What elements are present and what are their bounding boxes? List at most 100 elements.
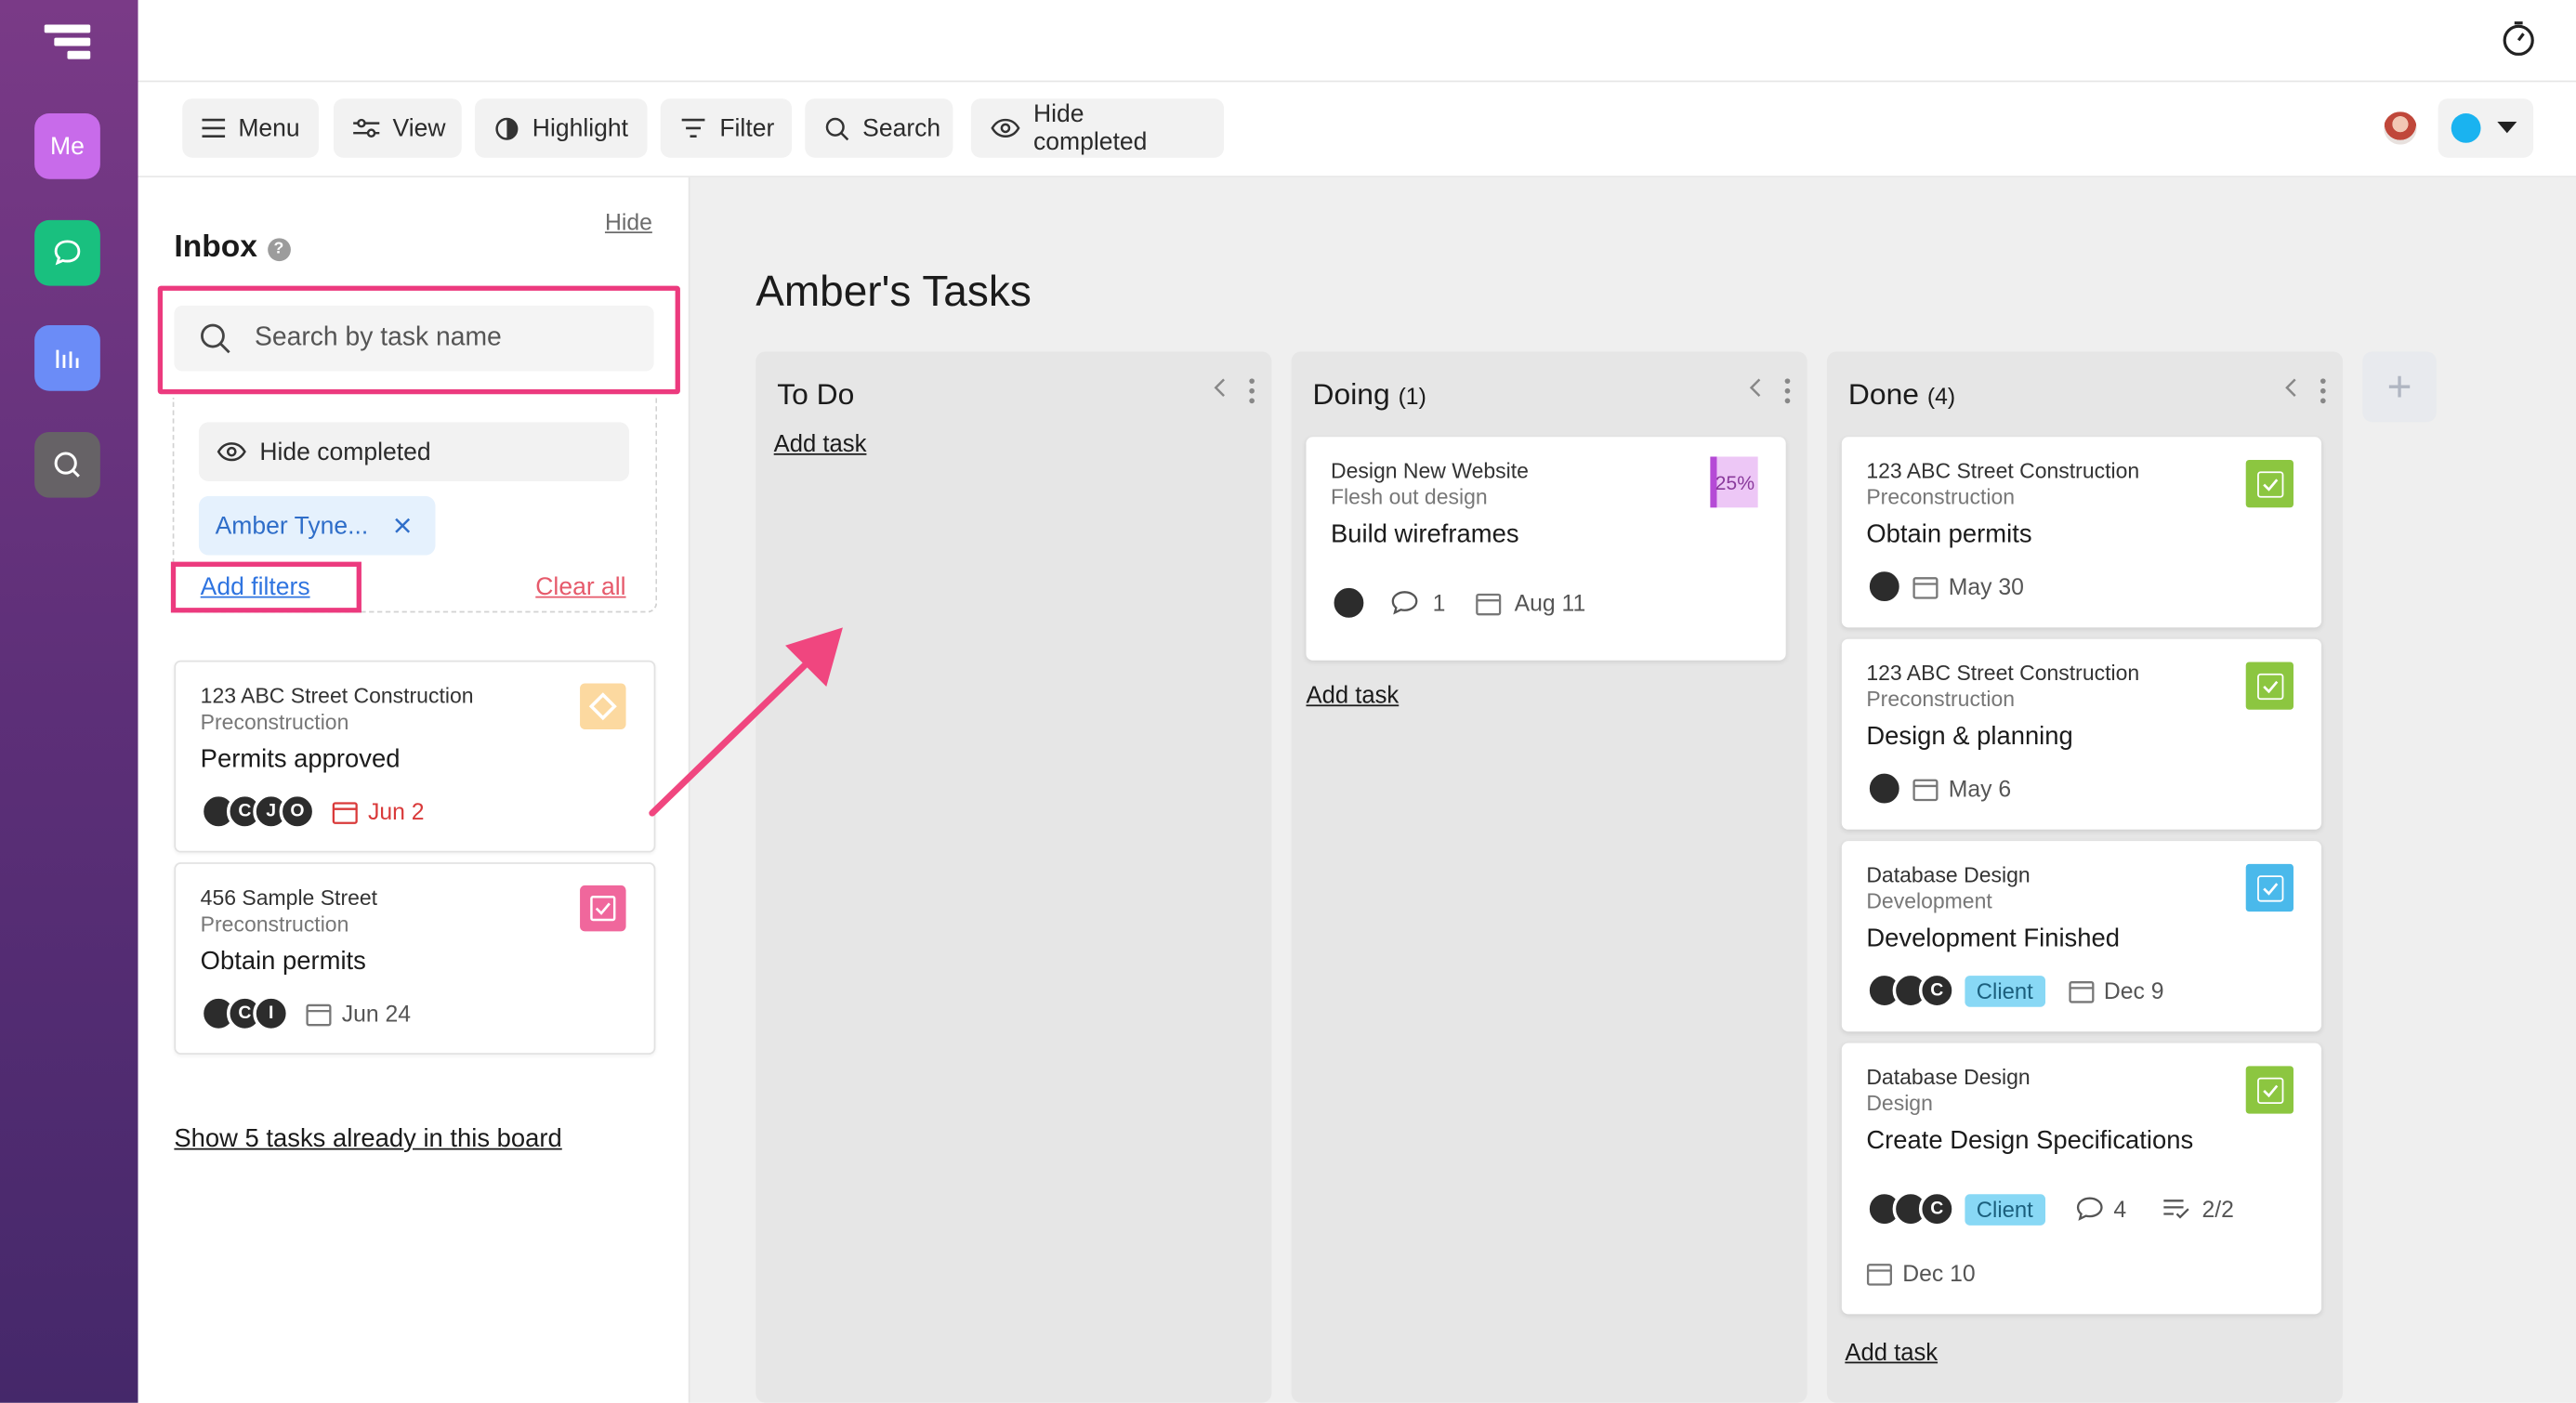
due-date: May 6 bbox=[1948, 775, 2012, 802]
highlight-button[interactable]: Highlight bbox=[474, 98, 648, 158]
assignee-filter-chip[interactable]: Amber Tyne... bbox=[198, 495, 436, 556]
color-swatch bbox=[2451, 112, 2481, 143]
inbox-task-card[interactable]: 456 Sample Street Preconstruction Obtain… bbox=[174, 862, 656, 1055]
task-card[interactable]: Database Design Development Development … bbox=[1841, 841, 2322, 1032]
task-name: Obtain permits bbox=[1866, 520, 2032, 549]
hide-completed-chip-label: Hide completed bbox=[259, 438, 431, 466]
column-title: Done (4) bbox=[1848, 378, 1955, 413]
add-task-link[interactable]: Add task bbox=[1306, 683, 1399, 709]
add-task-link[interactable]: Add task bbox=[774, 432, 867, 458]
column-name: Done bbox=[1847, 377, 1919, 411]
me-button[interactable]: Me bbox=[34, 112, 100, 179]
search-icon bbox=[201, 323, 230, 354]
filter-icon bbox=[681, 118, 705, 138]
task-phase: Design bbox=[1866, 1090, 1933, 1116]
collapse-chevron-icon[interactable] bbox=[1748, 378, 1761, 398]
progress-indicator: 25% bbox=[1710, 456, 1758, 508]
more-options-icon[interactable] bbox=[2320, 378, 2326, 404]
eye-icon bbox=[217, 442, 246, 462]
add-task-link[interactable]: Add task bbox=[1845, 1341, 1938, 1367]
menu-button[interactable]: Menu bbox=[182, 98, 319, 158]
calendar-icon bbox=[1866, 1263, 1893, 1285]
column-count: (4) bbox=[1926, 382, 1956, 410]
column-doing: Doing (1) Design New Website Flesh out d… bbox=[1291, 351, 1807, 1403]
search-icon[interactable] bbox=[34, 431, 100, 498]
chat-icon[interactable] bbox=[34, 219, 100, 286]
status-done-icon[interactable] bbox=[2245, 460, 2293, 508]
task-phase: Preconstruction bbox=[1866, 484, 2016, 510]
task-card[interactable]: Database Design Design Create Design Spe… bbox=[1841, 1042, 2322, 1315]
avatar bbox=[1330, 584, 1367, 622]
timer-icon[interactable] bbox=[2499, 18, 2538, 57]
column-title: To Do bbox=[777, 378, 854, 413]
hide-inbox-link[interactable]: Hide bbox=[605, 209, 652, 235]
task-phase: Development bbox=[1866, 888, 1992, 913]
milestone-icon[interactable] bbox=[580, 683, 626, 729]
user-avatar[interactable] bbox=[2382, 110, 2419, 147]
status-done-icon[interactable] bbox=[2245, 662, 2293, 710]
eye-icon bbox=[991, 118, 1020, 138]
task-card[interactable]: 123 ABC Street Construction Preconstruct… bbox=[1841, 638, 2322, 830]
checklist-count: 2/2 bbox=[2201, 1196, 2234, 1223]
avatar: C bbox=[1918, 972, 1955, 1009]
collapse-chevron-icon[interactable] bbox=[2283, 378, 2296, 398]
task-name: Create Design Specifications bbox=[1866, 1126, 2194, 1155]
search-button[interactable]: Search bbox=[805, 98, 953, 158]
calendar-icon bbox=[332, 801, 358, 823]
me-label: Me bbox=[50, 132, 85, 161]
assignee-avatars: C bbox=[1866, 1190, 1955, 1227]
color-picker[interactable] bbox=[2438, 98, 2534, 158]
collapse-chevron-icon[interactable] bbox=[1213, 378, 1226, 398]
task-project: 123 ABC Street Construction bbox=[200, 683, 474, 708]
filter-button[interactable]: Filter bbox=[660, 98, 793, 158]
add-column-button[interactable]: + bbox=[2362, 351, 2437, 423]
comment-icon bbox=[2076, 1197, 2102, 1221]
task-card[interactable]: Design New Website Flesh out design Buil… bbox=[1306, 437, 1786, 661]
inbox-task-card[interactable]: 123 ABC Street Construction Preconstruct… bbox=[174, 660, 656, 853]
search-placeholder: Search by task name bbox=[255, 323, 502, 352]
hide-completed-label: Hide completed bbox=[1033, 99, 1148, 156]
comment-count: 4 bbox=[2113, 1196, 2127, 1223]
inbox-panel: Inbox? Hide Search by task name Hide com… bbox=[138, 177, 690, 1403]
status-done-icon[interactable] bbox=[2245, 863, 2293, 912]
view-button[interactable]: View bbox=[333, 98, 462, 158]
calendar-icon bbox=[1912, 778, 1939, 801]
task-project: Database Design bbox=[1866, 862, 2031, 887]
contrast-icon bbox=[495, 116, 519, 139]
task-project: 123 ABC Street Construction bbox=[1866, 660, 2140, 686]
due-date: Jun 2 bbox=[368, 798, 425, 825]
inbox-title: Inbox? bbox=[174, 230, 291, 267]
hide-completed-button[interactable]: Hide completed bbox=[970, 98, 1225, 158]
show-tasks-in-board-link[interactable]: Show 5 tasks already in this board bbox=[174, 1125, 561, 1155]
menu-label: Menu bbox=[238, 113, 300, 142]
task-project: 123 ABC Street Construction bbox=[1866, 458, 2140, 483]
app-logo[interactable] bbox=[44, 24, 94, 68]
view-label: View bbox=[392, 113, 446, 142]
add-filters-link[interactable]: Add filters bbox=[201, 573, 310, 601]
avatar: O bbox=[279, 793, 316, 830]
task-phase: Preconstruction bbox=[200, 911, 349, 937]
task-board: Amber's Tasks To Do Add task Doing (1) D… bbox=[690, 177, 2576, 1403]
column-name: Doing bbox=[1312, 377, 1390, 411]
caret-down-icon bbox=[2497, 121, 2517, 134]
hide-completed-chip[interactable]: Hide completed bbox=[198, 422, 630, 481]
status-done-icon[interactable] bbox=[2245, 1066, 2293, 1114]
clear-all-link[interactable]: Clear all bbox=[535, 573, 625, 601]
close-icon[interactable] bbox=[394, 518, 411, 534]
board-title: Amber's Tasks bbox=[756, 266, 1032, 316]
analytics-icon[interactable] bbox=[34, 325, 100, 391]
avatar bbox=[1866, 568, 1903, 605]
comment-count: 1 bbox=[1432, 589, 1446, 616]
task-card[interactable]: 123 ABC Street Construction Preconstruct… bbox=[1841, 437, 2322, 628]
task-project: Database Design bbox=[1866, 1064, 2031, 1090]
task-name: Design & planning bbox=[1866, 722, 2073, 751]
status-done-icon[interactable] bbox=[580, 885, 626, 932]
inbox-search-input[interactable]: Search by task name bbox=[174, 305, 654, 372]
due-date: May 30 bbox=[1948, 572, 2024, 600]
task-phase: Flesh out design bbox=[1330, 484, 1488, 510]
search-icon bbox=[825, 116, 849, 140]
more-options-icon[interactable] bbox=[1784, 378, 1791, 404]
help-icon[interactable]: ? bbox=[267, 237, 291, 261]
avatar: I bbox=[253, 995, 290, 1032]
more-options-icon[interactable] bbox=[1249, 378, 1255, 404]
